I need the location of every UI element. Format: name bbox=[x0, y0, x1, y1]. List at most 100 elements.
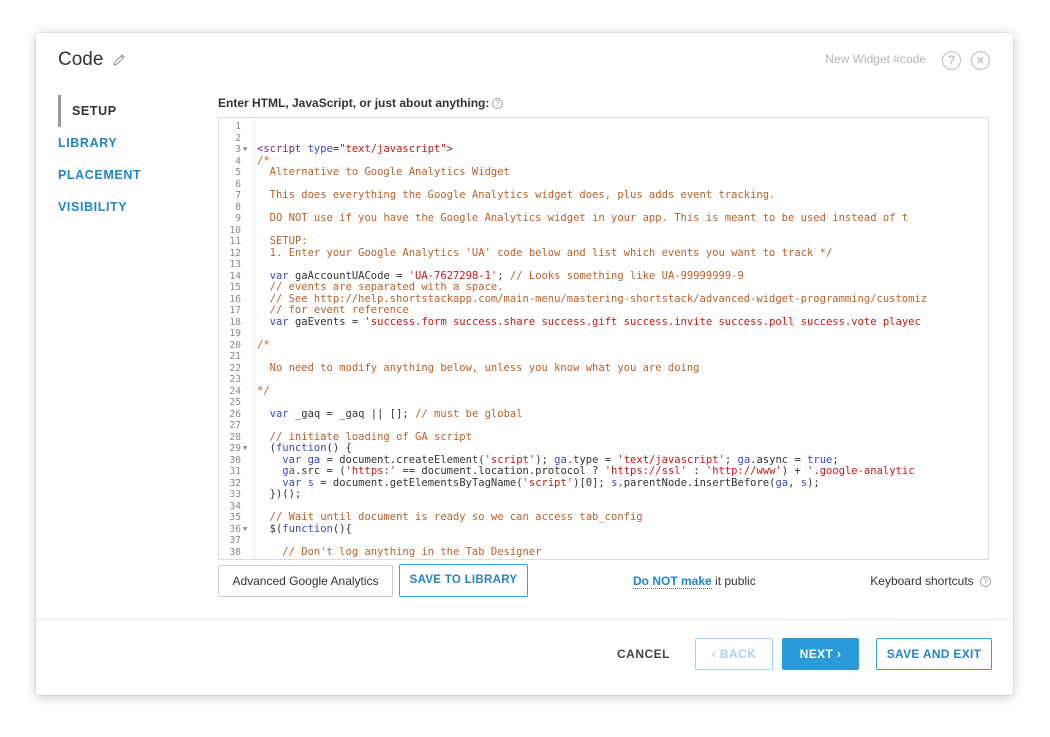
code-line[interactable]: 22 No need to modify anything below, unl… bbox=[219, 361, 988, 375]
pencil-icon[interactable] bbox=[112, 53, 126, 67]
editor-label: Enter HTML, JavaScript, or just about an… bbox=[218, 96, 504, 110]
line-number: 10 bbox=[229, 224, 241, 236]
line-number: 34 bbox=[229, 500, 241, 512]
code-text: var s = document.getElementsByTagName('s… bbox=[282, 476, 820, 489]
line-number: 38 bbox=[229, 546, 241, 558]
code-text: Alternative to Google Analytics Widget bbox=[257, 166, 510, 178]
nav-item-setup[interactable]: SETUP bbox=[58, 95, 198, 127]
footer-divider bbox=[36, 619, 1013, 620]
code-line[interactable]: 19 bbox=[219, 328, 988, 340]
line-number: 20 bbox=[229, 339, 241, 351]
code-line[interactable]: 12 1. Enter your Google Analytics 'UA' c… bbox=[219, 246, 988, 260]
fold-arrow-icon[interactable]: ▼ bbox=[243, 144, 247, 156]
fold-arrow-icon[interactable]: ▼ bbox=[243, 443, 247, 455]
line-number: 23 bbox=[229, 374, 241, 385]
line-number: 35 bbox=[229, 512, 241, 523]
line-number: 27 bbox=[229, 420, 241, 431]
line-number: 22 bbox=[229, 362, 241, 374]
line-number: 19 bbox=[229, 328, 241, 339]
code-line[interactable]: 7 This does everything the Google Analyt… bbox=[219, 189, 988, 202]
fold-arrow-icon[interactable]: ▼ bbox=[243, 524, 247, 536]
code-line[interactable]: 38 // Don't log anything in the Tab Desi… bbox=[219, 545, 988, 559]
line-number: 28 bbox=[229, 431, 241, 443]
code-line[interactable]: 1 bbox=[219, 121, 988, 133]
line-number: 3 bbox=[235, 144, 241, 155]
code-line[interactable]: 23 bbox=[219, 374, 988, 386]
line-number: 9 bbox=[235, 213, 241, 224]
code-text: This does everything the Google Analytic… bbox=[257, 189, 776, 201]
close-icon[interactable]: × bbox=[971, 51, 990, 70]
public-toggle: Do NOT make it public bbox=[633, 574, 756, 589]
back-button[interactable]: ‹ BACK bbox=[695, 638, 773, 670]
line-number: 17 bbox=[229, 305, 241, 316]
code-text: var _gaq = _gaq || []; // must be global bbox=[269, 407, 523, 420]
line-number: 36 bbox=[229, 523, 241, 535]
code-line[interactable]: 9 DO NOT use if you have the Google Anal… bbox=[219, 212, 988, 225]
code-line[interactable]: 3 ▼ <script type="text/javascript"> bbox=[219, 143, 988, 156]
nav-item-placement[interactable]: PLACEMENT bbox=[58, 159, 198, 191]
code-text: DO NOT use if you have the Google Analyt… bbox=[257, 212, 909, 224]
line-number: 25 bbox=[229, 397, 241, 408]
editor-label-text: Enter HTML, JavaScript, or just about an… bbox=[218, 96, 490, 110]
code-text: No need to modify anything below, unless… bbox=[257, 361, 700, 374]
code-line[interactable]: 20 /* bbox=[219, 338, 988, 352]
code-text: <script type="text/javascript"> bbox=[257, 143, 453, 155]
cancel-button[interactable]: CANCEL bbox=[617, 647, 670, 661]
keyboard-shortcuts[interactable]: Keyboard shortcuts ? bbox=[870, 574, 991, 588]
code-line[interactable]: 32 var s = document.getElementsByTagName… bbox=[219, 476, 988, 490]
info-icon[interactable]: ? bbox=[492, 98, 504, 110]
line-number: 15 bbox=[229, 282, 241, 293]
save-and-exit-button[interactable]: SAVE AND EXIT bbox=[876, 638, 992, 670]
code-text: $(function(){ bbox=[257, 522, 352, 535]
line-number: 13 bbox=[229, 259, 241, 270]
nav-item-visibility[interactable]: VISIBILITY bbox=[58, 191, 198, 223]
do-not-make-public-link[interactable]: Do NOT make bbox=[633, 574, 712, 589]
nav-item-library[interactable]: LIBRARY bbox=[58, 127, 198, 159]
line-number: 32 bbox=[229, 477, 241, 489]
code-editor[interactable]: 1 2 3 ▼ <script type="text/javascript"> 4/* 5 … bbox=[218, 117, 989, 560]
line-number: 37 bbox=[229, 535, 241, 546]
sidebar-nav: SETUP LIBRARY PLACEMENT VISIBILITY bbox=[58, 95, 198, 223]
modal-title: Code bbox=[58, 49, 104, 70]
line-number: 26 bbox=[229, 408, 241, 420]
code-line[interactable]: 5 Alternative to Google Analytics Widget bbox=[219, 166, 988, 179]
code-text: /* bbox=[257, 338, 270, 351]
public-suffix: it public bbox=[711, 574, 756, 588]
line-number: 21 bbox=[229, 351, 241, 362]
line-number: 12 bbox=[229, 247, 241, 259]
line-number: 33 bbox=[229, 489, 241, 500]
line-number: 6 bbox=[235, 178, 241, 190]
code-text: */ bbox=[257, 384, 270, 397]
save-to-library-button[interactable]: SAVE TO LIBRARY bbox=[399, 564, 528, 597]
code-line[interactable]: 26 var _gaq = _gaq || []; // must be glo… bbox=[219, 407, 988, 421]
code-lines[interactable]: 1 2 3 ▼ <script type="text/javascript"> 4/* 5 … bbox=[219, 121, 988, 558]
code-line[interactable]: 10 bbox=[219, 225, 988, 237]
line-number: 7 bbox=[235, 190, 241, 201]
help-icon[interactable]: ? bbox=[942, 51, 961, 70]
line-number: 2 bbox=[235, 132, 241, 144]
line-number: 4 bbox=[235, 155, 241, 167]
info-icon[interactable]: ? bbox=[980, 576, 991, 588]
code-line[interactable]: 18 var gaEvents = 'success.form success.… bbox=[219, 315, 988, 329]
widget-name: New Widget #code bbox=[825, 52, 926, 66]
widget-modal: Code New Widget #code ? × SETUP LIBRARY … bbox=[36, 33, 1013, 695]
code-line[interactable]: 24 */ bbox=[219, 384, 988, 398]
code-text: 1. Enter your Google Analytics 'UA' code… bbox=[257, 246, 833, 259]
line-number: 1 bbox=[235, 121, 241, 132]
line-number: 16 bbox=[229, 293, 241, 305]
line-number: 31 bbox=[229, 466, 241, 477]
line-number: 5 bbox=[235, 167, 241, 178]
keyboard-shortcuts-label[interactable]: Keyboard shortcuts bbox=[870, 574, 973, 588]
next-button[interactable]: NEXT › bbox=[782, 638, 859, 670]
advanced-google-analytics-button[interactable]: Advanced Google Analytics bbox=[218, 565, 393, 597]
line-number: 14 bbox=[229, 270, 241, 282]
code-line[interactable]: 36 ▼ $(function(){ bbox=[219, 522, 988, 536]
code-text: var gaEvents = 'success.form success.sha… bbox=[269, 315, 921, 328]
line-number: 11 bbox=[229, 236, 241, 247]
line-number: 30 bbox=[229, 454, 241, 466]
line-number: 29 bbox=[229, 443, 241, 454]
code-text: })(); bbox=[257, 488, 302, 500]
code-line[interactable]: 33 })(); bbox=[219, 488, 988, 501]
line-number: 18 bbox=[229, 316, 241, 328]
code-text: // Don't log anything in the Tab Designe… bbox=[257, 545, 542, 558]
